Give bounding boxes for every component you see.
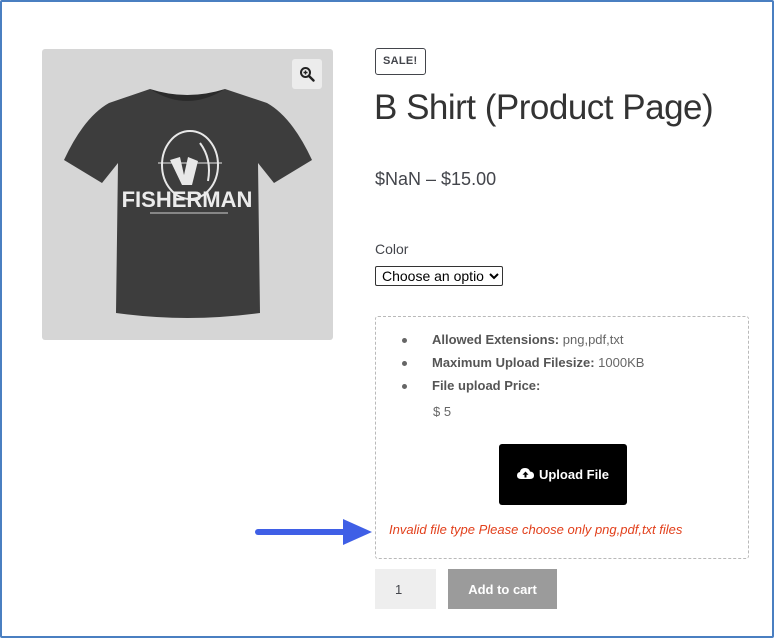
allowed-extensions-label: Allowed Extensions:	[432, 332, 560, 347]
arrow-right-icon	[255, 519, 372, 545]
quantity-input[interactable]	[375, 569, 436, 609]
allowed-extensions-value: png,pdf,txt	[562, 332, 624, 347]
upload-file-button[interactable]: Upload File	[499, 444, 627, 505]
sale-badge: SALE!	[375, 48, 426, 75]
tshirt-print-text: FISHERMAN	[122, 187, 253, 212]
upload-price-item: File upload Price:	[402, 377, 644, 394]
color-label: Color	[375, 241, 409, 257]
product-image-gallery[interactable]: FISHERMAN	[42, 49, 333, 340]
allowed-extensions-item: Allowed Extensions: png,pdf,txt	[402, 331, 644, 348]
max-filesize-item: Maximum Upload Filesize: 1000KB	[402, 354, 644, 371]
add-to-cart-button[interactable]: Add to cart	[448, 569, 557, 609]
upload-price-value: $ 5	[433, 404, 452, 419]
upload-price-label: File upload Price:	[432, 378, 541, 393]
upload-file-label: Upload File	[538, 467, 610, 482]
product-title: B Shirt (Product Page)	[374, 88, 714, 127]
max-filesize-value: 1000KB	[598, 355, 645, 370]
tshirt-image: FISHERMAN	[64, 89, 312, 318]
file-upload-box: Allowed Extensions: png,pdf,txt Maximum …	[375, 316, 749, 559]
cloud-upload-icon	[516, 467, 534, 483]
upload-error-message: Invalid file type Please choose only png…	[389, 522, 683, 537]
upload-rules-list: Allowed Extensions: png,pdf,txt Maximum …	[402, 331, 644, 400]
product-price: $NaN – $15.00	[375, 169, 497, 189]
max-filesize-label: Maximum Upload Filesize:	[432, 355, 595, 370]
color-select[interactable]: Choose an option	[375, 266, 503, 286]
